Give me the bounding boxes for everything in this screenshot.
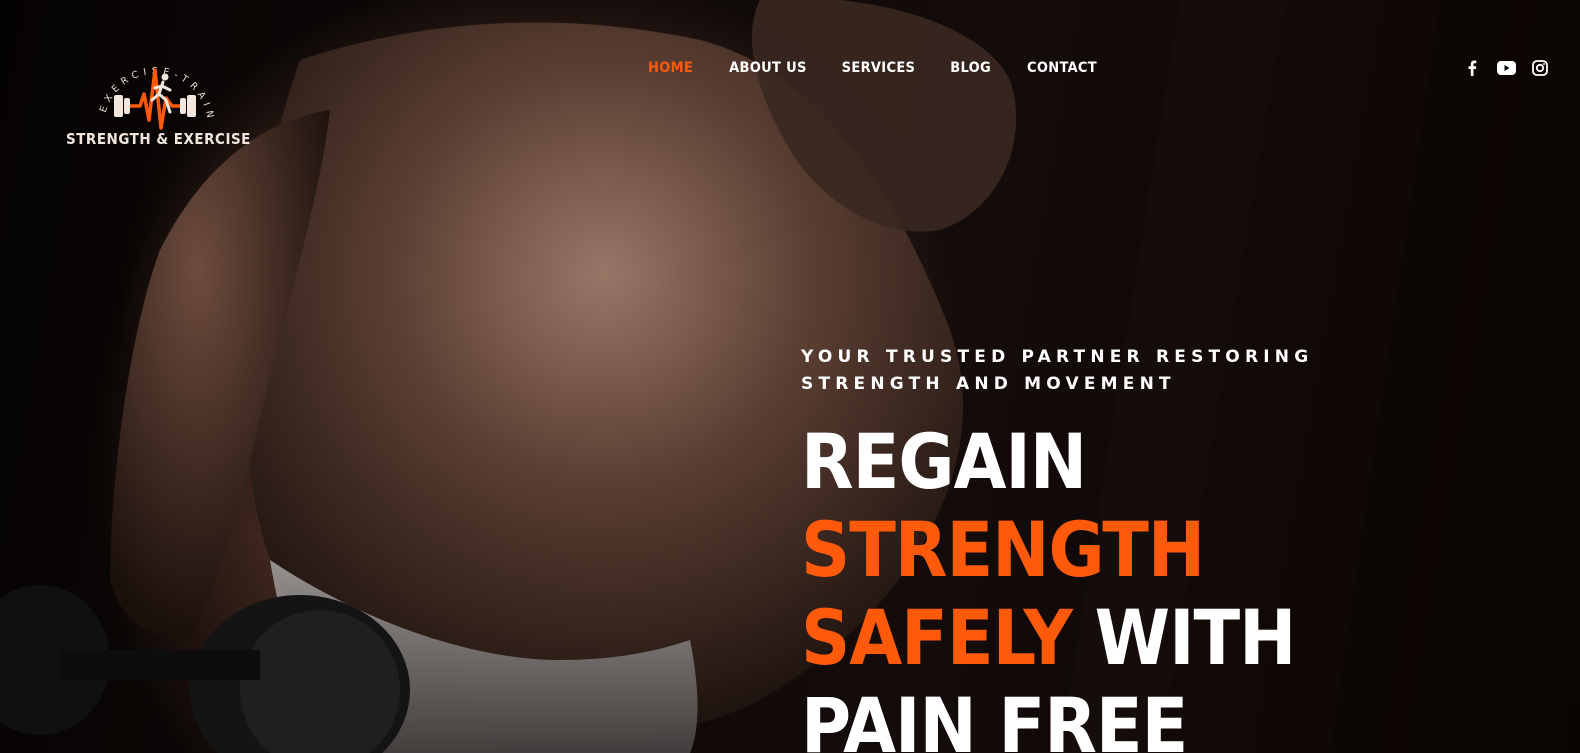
main-nav: HOME ABOUT US SERVICES BLOG CONTACT [648, 58, 1097, 80]
nav-item-services[interactable]: SERVICES [842, 58, 916, 80]
logo-emblem: EXERCISE-TRAINING [66, 40, 211, 130]
instagram-icon[interactable] [1530, 58, 1550, 78]
logo-wordmark: STRENGTH & EXERCISE [66, 130, 251, 148]
nav-item-about-us[interactable]: ABOUT US [729, 58, 807, 80]
headline-line-3: SAFELY WITH [801, 594, 1501, 682]
nav-item-blog[interactable]: BLOG [950, 58, 991, 80]
facebook-icon[interactable] [1462, 58, 1482, 78]
tagline-line-1: YOUR TRUSTED PARTNER RESTORING [801, 347, 1314, 367]
youtube-icon[interactable] [1496, 58, 1516, 78]
hero-section: EXERCISE-TRAINING STRENGTH & EXERCISE HO… [0, 0, 1580, 753]
headline-line-1: REGAIN [801, 417, 1087, 506]
headline-line-4: PAIN FREE [801, 681, 1188, 753]
nav-item-home[interactable]: HOME [648, 58, 693, 80]
social-links [1462, 58, 1550, 78]
hero-headline: REGAIN STRENGTH SAFELY WITH PAIN FREE [801, 418, 1501, 753]
headline-line-2: STRENGTH [801, 505, 1205, 594]
headline-line-3-rest: WITH [1071, 593, 1297, 682]
tagline-line-2: STRENGTH AND MOVEMENT [801, 374, 1176, 394]
headline-accent-word: SAFELY [801, 593, 1073, 682]
hero-tagline: YOUR TRUSTED PARTNER RESTORING STRENGTH … [801, 344, 1361, 398]
site-logo[interactable]: EXERCISE-TRAINING STRENGTH & EXERCISE [66, 40, 251, 158]
nav-item-contact[interactable]: CONTACT [1027, 58, 1097, 80]
